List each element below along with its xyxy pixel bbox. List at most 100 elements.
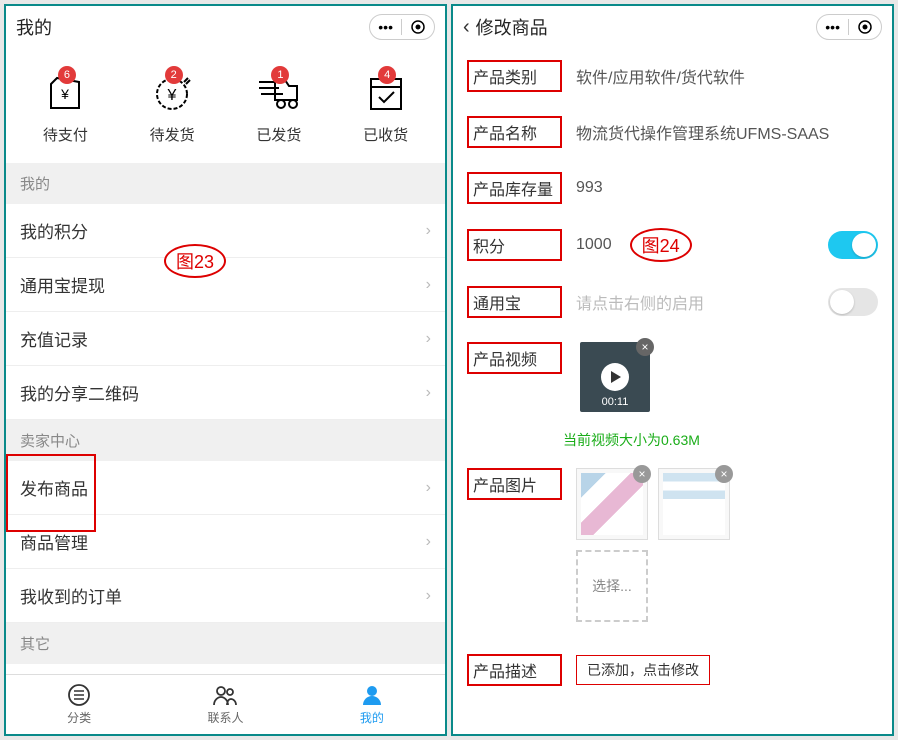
tab-category[interactable]: 分类: [6, 675, 152, 734]
field-value: 物流货代操作管理系统UFMS-SAAS: [576, 120, 829, 144]
phone-screen-mine: 我的 ••• ¥ 6 待支付 ¥ 2 待发货 1 已发货: [4, 4, 447, 736]
list-item-withdraw[interactable]: 通用宝提现 ›: [6, 258, 445, 312]
chevron-right-icon: ›: [426, 276, 431, 294]
badge: 6: [58, 66, 76, 84]
product-image-thumb[interactable]: ×: [576, 468, 648, 540]
label: 待发货: [150, 124, 195, 145]
list-item-recharge[interactable]: 充值记录 ›: [6, 312, 445, 366]
add-image-button[interactable]: 选择...: [576, 550, 648, 622]
section-head-seller: 卖家中心: [6, 420, 445, 461]
tab-mine[interactable]: 我的: [299, 675, 445, 734]
field-label: 产品图片: [467, 468, 562, 500]
badge: 4: [378, 66, 396, 84]
chevron-right-icon: ›: [426, 587, 431, 605]
label: 已收货: [363, 124, 408, 145]
field-label: 通用宝: [467, 286, 562, 318]
item-label: 我收到的订单: [20, 583, 122, 608]
page-title: 我的: [16, 14, 52, 40]
tab-label: 分类: [67, 709, 91, 726]
label: 已发货: [256, 124, 301, 145]
form-content: 产品类别 软件/应用软件/货代软件 产品名称 物流货代操作管理系统UFMS-SA…: [453, 48, 892, 734]
row-name[interactable]: 产品名称 物流货代操作管理系统UFMS-SAAS: [453, 104, 892, 160]
badge: 2: [165, 66, 183, 84]
list-icon: [67, 683, 91, 707]
row-tongyongbao: 通用宝 请点击右侧的启用: [453, 274, 892, 330]
pending-shipment-button[interactable]: ¥ 2 待发货: [150, 72, 195, 145]
miniapp-controls: •••: [369, 14, 435, 40]
tongyongbao-toggle[interactable]: [828, 288, 878, 316]
section-head-other: 其它: [6, 623, 445, 664]
remove-video-icon[interactable]: ×: [636, 338, 654, 356]
list-item-points[interactable]: 我的积分 ›: [6, 204, 445, 258]
chevron-right-icon: ›: [426, 533, 431, 551]
list-item-qrcode[interactable]: 我的分享二维码 ›: [6, 366, 445, 420]
item-label: 我的分享二维码: [20, 380, 139, 405]
item-label: 充值记录: [20, 326, 88, 351]
field-label: 产品库存量: [467, 172, 562, 204]
points-toggle[interactable]: [828, 231, 878, 259]
item-label: 商品管理: [20, 529, 88, 554]
order-status-row: ¥ 6 待支付 ¥ 2 待发货 1 已发货 4 已收货: [6, 48, 445, 163]
row-images: 产品图片 × × 选择...: [453, 450, 892, 634]
target-icon[interactable]: [849, 15, 881, 39]
list-item-manage-product[interactable]: 商品管理 ›: [6, 515, 445, 569]
chevron-right-icon: ›: [426, 222, 431, 240]
section-head-mine: 我的: [6, 163, 445, 204]
people-icon: [212, 683, 238, 707]
item-label: 发布商品: [20, 475, 88, 500]
header: ‹ 修改商品 •••: [453, 6, 892, 48]
miniapp-controls: •••: [816, 14, 882, 40]
back-icon[interactable]: ‹: [463, 16, 470, 39]
person-icon: [360, 683, 384, 707]
field-value: 993: [576, 179, 603, 197]
field-label: 积分: [467, 229, 562, 261]
remove-image-icon[interactable]: ×: [715, 465, 733, 483]
product-image-thumb[interactable]: ×: [658, 468, 730, 540]
tab-bar: 分类 联系人 我的: [6, 674, 445, 734]
field-label: 产品名称: [467, 116, 562, 148]
tab-contacts[interactable]: 联系人: [152, 675, 298, 734]
tab-label: 我的: [360, 709, 384, 726]
page-title: 修改商品: [476, 14, 548, 40]
content-area: ¥ 6 待支付 ¥ 2 待发货 1 已发货 4 已收货 我的 我的积分 › 通用宝…: [6, 48, 445, 674]
field-label: 产品视频: [467, 342, 562, 374]
figure-annotation: 图23: [164, 244, 226, 278]
figure-annotation: 图24: [630, 228, 692, 262]
field-placeholder: 请点击右侧的启用: [576, 290, 704, 314]
row-points: 积分 1000 图24: [453, 216, 892, 274]
header: 我的 •••: [6, 6, 445, 48]
video-thumbnail[interactable]: × 00:11: [580, 342, 650, 412]
row-video: 产品视频 × 00:11: [453, 330, 892, 424]
pending-payment-button[interactable]: ¥ 6 待支付: [43, 72, 88, 145]
list-item-publish-product[interactable]: 发布商品 ›: [6, 461, 445, 515]
row-category[interactable]: 产品类别 软件/应用软件/货代软件: [453, 48, 892, 104]
edit-description-button[interactable]: 已添加，点击修改: [576, 655, 710, 685]
field-label: 产品描述: [467, 654, 562, 686]
received-button[interactable]: 4 已收货: [363, 72, 408, 145]
phone-screen-edit-product: ‹ 修改商品 ••• 产品类别 软件/应用软件/货代软件 产品名称 物流货代操作…: [451, 4, 894, 736]
field-label: 产品类别: [467, 60, 562, 92]
item-label: 通用宝提现: [20, 272, 105, 297]
more-icon[interactable]: •••: [370, 15, 401, 39]
add-image-label: 选择...: [592, 576, 632, 596]
field-value: 1000: [576, 236, 612, 254]
target-icon[interactable]: [402, 15, 434, 39]
field-value: 软件/应用软件/货代软件: [576, 64, 745, 88]
row-stock[interactable]: 产品库存量 993: [453, 160, 892, 216]
chevron-right-icon: ›: [426, 479, 431, 497]
svg-text:¥: ¥: [60, 86, 69, 102]
tab-label: 联系人: [207, 709, 243, 726]
item-label: 我的积分: [20, 218, 88, 243]
remove-image-icon[interactable]: ×: [633, 465, 651, 483]
chevron-right-icon: ›: [426, 384, 431, 402]
chevron-right-icon: ›: [426, 330, 431, 348]
more-icon[interactable]: •••: [817, 15, 848, 39]
video-size-text: 当前视频大小为0.63M: [563, 430, 892, 450]
shipped-button[interactable]: 1 已发货: [256, 72, 301, 145]
svg-text:¥: ¥: [167, 87, 177, 104]
row-description: 产品描述 已添加，点击修改: [453, 634, 892, 698]
list-item-received-orders[interactable]: 我收到的订单 ›: [6, 569, 445, 623]
label: 待支付: [43, 124, 88, 145]
play-icon: [601, 363, 629, 391]
video-duration: 00:11: [602, 396, 629, 408]
